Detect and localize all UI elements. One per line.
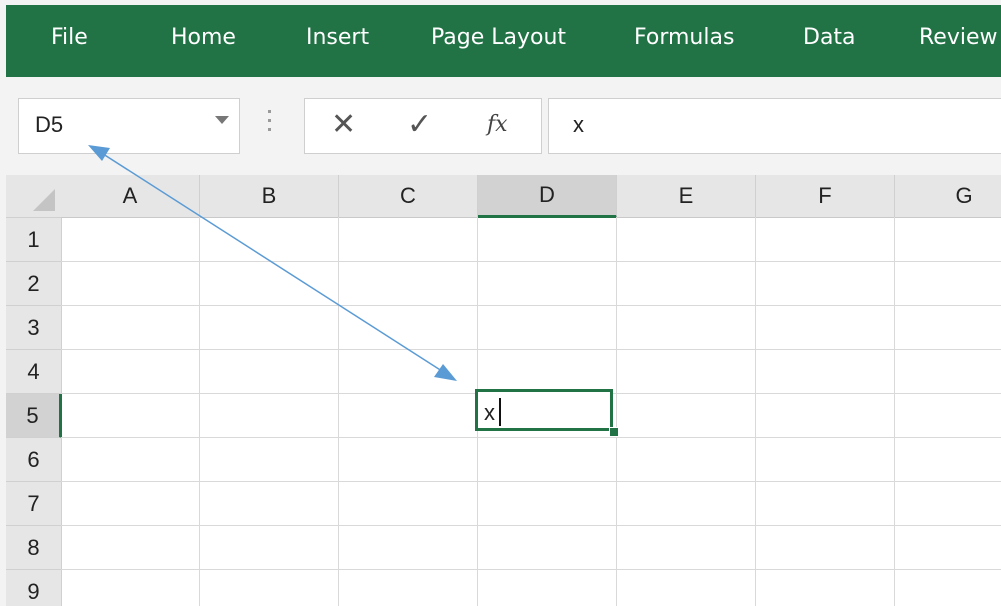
annotation-arrow [88, 145, 457, 381]
